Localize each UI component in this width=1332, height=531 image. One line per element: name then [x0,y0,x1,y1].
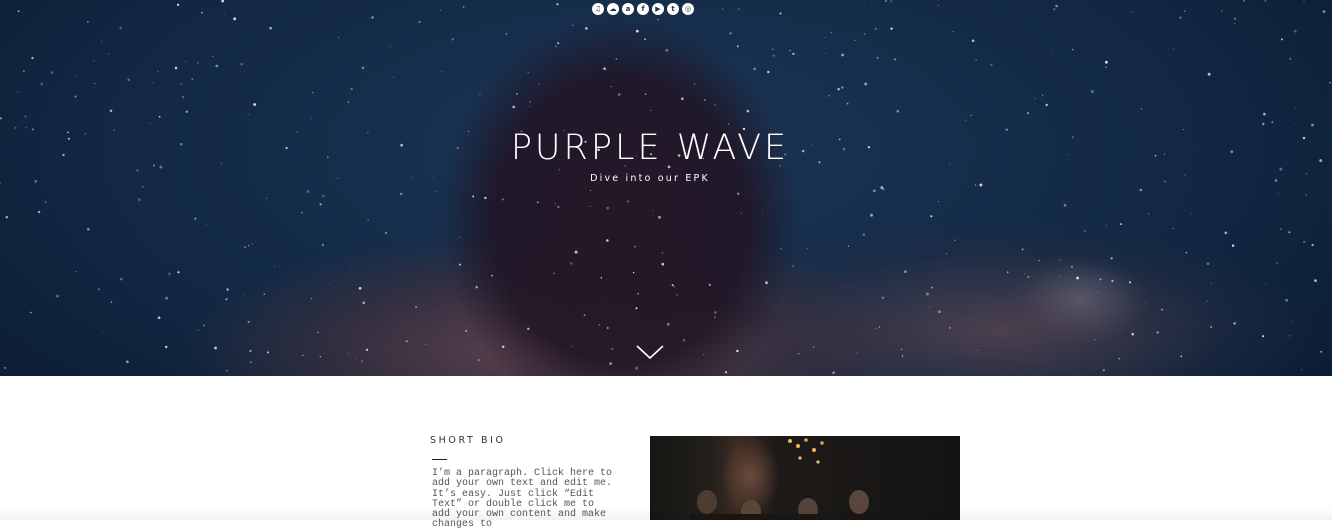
bio-heading: SHORT BIO [430,435,506,446]
chevron-down-icon[interactable] [636,344,664,360]
bio-divider [432,459,447,460]
youtube-icon[interactable]: ▶ [652,3,664,15]
bubble-texture [0,0,1331,376]
hero-title: PURPLE WAVE [510,128,790,168]
facebook-icon[interactable]: f [637,3,649,15]
amazon-icon[interactable]: a [622,3,634,15]
band-photo-art [690,438,880,520]
spotify-icon[interactable]: ♫ [592,3,604,15]
hero-subtitle: Dive into our EPK [590,173,710,184]
hero-section: ♫ ☁ a f ▶ t ◎ PURPLE WAVE Dive into our … [0,0,1332,376]
social-bar: ♫ ☁ a f ▶ t ◎ [592,3,694,15]
twitter-icon[interactable]: t [667,3,679,15]
soundcloud-icon[interactable]: ☁ [607,3,619,15]
instagram-icon[interactable]: ◎ [682,3,694,15]
bio-paragraph: I’m a paragraph. Click here to add your … [432,468,613,531]
band-photo [650,436,960,520]
